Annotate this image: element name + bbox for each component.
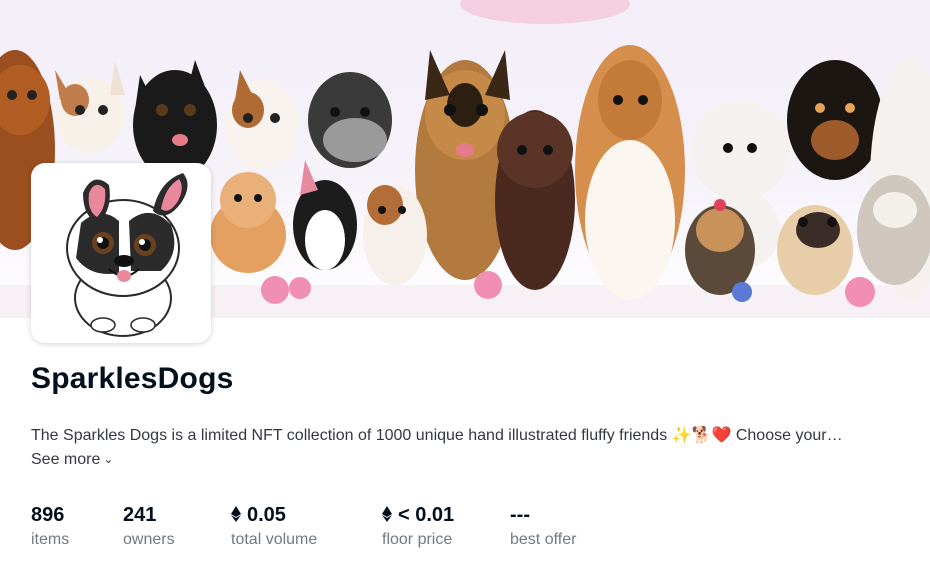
stat-value: 241 <box>123 504 157 526</box>
eth-icon <box>382 506 392 522</box>
see-more-label: See more <box>31 451 101 468</box>
stat-label: items <box>31 531 70 548</box>
collection-description: The Sparkles Dogs is a limited NFT colle… <box>31 427 843 444</box>
stat-best-offer[interactable]: --- best offer <box>510 503 576 549</box>
see-more-button[interactable]: See more ⌄ <box>31 449 113 471</box>
stat-value: --- <box>510 504 530 526</box>
collection-title: SparklesDogs <box>31 362 234 395</box>
stat-owners[interactable]: 241 owners <box>123 503 175 549</box>
stat-total-volume[interactable]: 0.05 total volume <box>231 503 317 549</box>
eth-icon <box>231 506 241 522</box>
french-bulldog-avatar-icon <box>66 173 188 337</box>
collection-avatar[interactable] <box>31 163 211 343</box>
stat-items[interactable]: 896 items <box>31 503 69 549</box>
stat-label: owners <box>123 531 175 548</box>
stat-value: < 0.01 <box>398 504 455 526</box>
stat-floor-price[interactable]: < 0.01 floor price <box>382 503 454 549</box>
chevron-down-icon: ⌄ <box>103 452 114 466</box>
stat-value: 896 <box>31 504 65 526</box>
stat-value: 0.05 <box>247 504 286 526</box>
stat-label: total volume <box>231 531 318 548</box>
stat-label: best offer <box>510 531 577 548</box>
stat-label: floor price <box>382 531 453 548</box>
